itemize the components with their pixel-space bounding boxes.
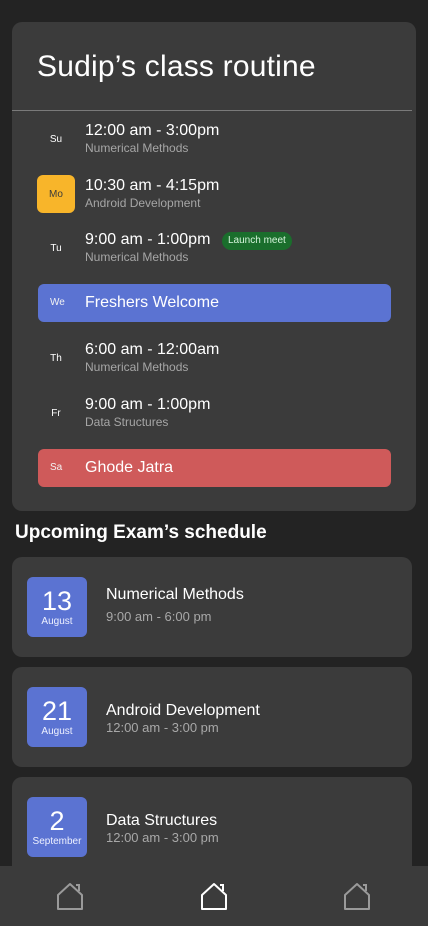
- class-subject: Numerical Methods: [85, 250, 189, 264]
- exam-date-day: 21: [41, 696, 73, 726]
- exam-date-day: 13: [41, 586, 73, 616]
- routine-row-thursday[interactable]: Th 6:00 am - 12:00am Numerical Methods: [12, 339, 416, 379]
- routine-row-tuesday[interactable]: Tu 9:00 am - 1:00pm Launch meet Numerica…: [12, 229, 416, 269]
- day-badge: Fr: [51, 407, 61, 419]
- exam-date-month: August: [41, 726, 73, 737]
- exam-date-month: August: [41, 616, 73, 627]
- routine-row-sunday[interactable]: Su 12:00 am - 3:00pm Numerical Methods: [12, 120, 416, 160]
- exam-date-day: 2: [49, 806, 65, 836]
- class-time: 12:00 am - 3:00pm: [85, 122, 220, 139]
- launch-meet-badge[interactable]: Launch meet: [222, 232, 292, 250]
- exam-time: 9:00 am - 6:00 pm: [106, 609, 212, 624]
- class-time: 9:00 am - 1:00pm: [85, 396, 211, 413]
- home-icon: [57, 883, 83, 910]
- class-subject: Numerical Methods: [85, 360, 189, 374]
- exam-subject: Numerical Methods: [106, 586, 244, 603]
- routine-title: Sudip’s class routine: [37, 50, 316, 83]
- routine-row-friday[interactable]: Fr 9:00 am - 1:00pm Data Structures: [12, 394, 416, 434]
- class-time: 9:00 am - 1:00pm: [85, 231, 211, 248]
- event-freshers-welcome[interactable]: We Freshers Welcome: [38, 284, 391, 322]
- exam-date-tile: 21 August: [27, 687, 87, 747]
- class-time: 10:30 am - 4:15pm: [85, 177, 220, 194]
- exam-time: 12:00 am - 3:00 pm: [106, 720, 219, 735]
- exam-card[interactable]: 2 September Data Structures 12:00 am - 3…: [12, 777, 412, 877]
- exam-time: 12:00 am - 3:00 pm: [106, 830, 219, 845]
- home-icon: [344, 883, 370, 910]
- home-icon: [201, 883, 227, 910]
- day-badge-active: Mo: [37, 175, 75, 213]
- routine-row-monday[interactable]: Mo 10:30 am - 4:15pm Android Development: [12, 175, 416, 215]
- event-ghode-jatra[interactable]: Sa Ghode Jatra: [38, 449, 391, 487]
- upcoming-exams-heading: Upcoming Exam’s schedule: [15, 522, 267, 543]
- class-subject: Android Development: [85, 196, 201, 210]
- event-label: Freshers Welcome: [85, 294, 219, 311]
- exam-date-tile: 13 August: [27, 577, 87, 637]
- exam-card[interactable]: 21 August Android Development 12:00 am -…: [12, 667, 412, 767]
- class-subject: Data Structures: [85, 415, 169, 429]
- exam-date-month: September: [32, 836, 82, 847]
- nav-home-button[interactable]: [52, 878, 88, 914]
- event-label: Ghode Jatra: [85, 459, 174, 476]
- bottom-navigation: [0, 866, 428, 926]
- nav-home-button[interactable]: [339, 878, 375, 914]
- class-subject: Numerical Methods: [85, 141, 189, 155]
- class-routine-card: Sudip’s class routine Su 12:00 am - 3:00…: [12, 22, 416, 511]
- exam-card[interactable]: 13 August Numerical Methods 9:00 am - 6:…: [12, 557, 412, 657]
- routine-divider: [12, 110, 412, 111]
- day-badge: Sa: [50, 462, 63, 473]
- day-badge: Tu: [50, 242, 62, 254]
- exam-date-tile: 2 September: [27, 797, 87, 857]
- exam-subject: Android Development: [106, 702, 260, 719]
- day-badge: We: [50, 297, 65, 308]
- day-badge: Su: [49, 133, 63, 145]
- exam-subject: Data Structures: [106, 812, 218, 829]
- nav-home-button-active[interactable]: [196, 878, 232, 914]
- app-screen: Sudip’s class routine Su 12:00 am - 3:00…: [0, 0, 428, 926]
- day-badge: Th: [50, 352, 62, 364]
- class-time: 6:00 am - 12:00am: [85, 341, 220, 358]
